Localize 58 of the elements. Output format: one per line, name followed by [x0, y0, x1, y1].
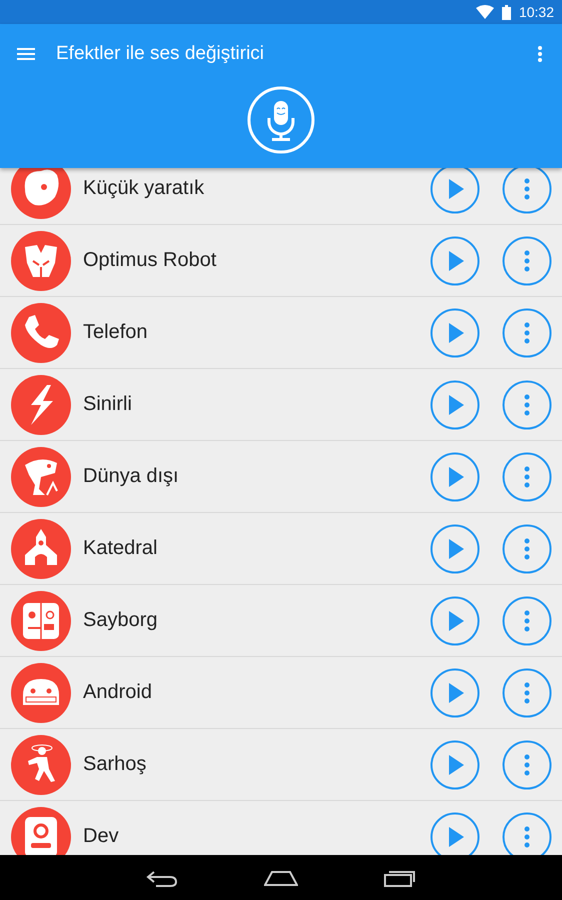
play-button[interactable] — [430, 452, 480, 502]
effect-name: Android — [83, 681, 153, 704]
robot-mask-icon — [11, 230, 71, 290]
effect-name: Dünya dışı — [83, 465, 180, 488]
more-options-button[interactable] — [502, 596, 552, 646]
alien-icon — [11, 446, 71, 506]
blob-icon — [11, 168, 71, 218]
effect-name: Optimus Robot — [83, 249, 218, 272]
effect-name: Telefon — [83, 321, 148, 344]
play-button[interactable] — [430, 668, 480, 718]
more-options-button[interactable] — [502, 452, 552, 502]
effect-name: Sarhoş — [83, 753, 148, 776]
more-options-button[interactable] — [502, 308, 552, 358]
menu-icon[interactable] — [17, 48, 35, 60]
effect-row[interactable]: Android — [0, 657, 562, 729]
more-options-button[interactable] — [502, 524, 552, 574]
recent-apps-icon[interactable] — [384, 868, 416, 886]
more-options-button[interactable] — [502, 740, 552, 790]
back-icon[interactable] — [146, 868, 178, 886]
effect-row[interactable]: Sarhoş — [0, 729, 562, 801]
effect-row[interactable]: Sinirli — [0, 369, 562, 441]
church-icon — [11, 518, 71, 578]
app-title: Efektler ile ses değiştirici — [56, 43, 266, 65]
play-button[interactable] — [430, 308, 480, 358]
effect-row[interactable]: Küçük yaratık — [0, 168, 562, 225]
microphone-button[interactable] — [247, 86, 315, 154]
effect-name: Katedral — [83, 537, 158, 560]
more-options-button[interactable] — [502, 168, 552, 214]
lightning-icon — [11, 374, 71, 434]
effect-name: Dev — [83, 825, 120, 848]
home-icon[interactable] — [264, 870, 298, 886]
play-button[interactable] — [430, 740, 480, 790]
battery-icon — [502, 4, 511, 20]
effect-name: Sayborg — [83, 609, 158, 632]
effect-row[interactable]: Sayborg — [0, 585, 562, 657]
status-time: 10:32 — [518, 4, 554, 20]
play-button[interactable] — [430, 596, 480, 646]
play-button[interactable] — [430, 812, 480, 855]
more-options-button[interactable] — [502, 812, 552, 855]
effect-name: Sinirli — [83, 393, 133, 416]
more-options-button[interactable] — [502, 236, 552, 286]
more-options-button[interactable] — [502, 668, 552, 718]
effect-row[interactable]: Dünya dışı — [0, 441, 562, 513]
play-button[interactable] — [430, 380, 480, 430]
play-button[interactable] — [430, 236, 480, 286]
robot-face-icon — [11, 662, 71, 722]
wifi-icon — [476, 5, 494, 19]
effect-row[interactable]: Optimus Robot — [0, 225, 562, 297]
phone-icon — [11, 302, 71, 362]
more-options-button[interactable] — [502, 380, 552, 430]
effect-row[interactable]: Telefon — [0, 297, 562, 369]
play-button[interactable] — [430, 168, 480, 214]
cyborg-face-icon — [11, 590, 71, 650]
more-icon[interactable] — [538, 46, 542, 62]
play-button[interactable] — [430, 524, 480, 574]
effect-row[interactable]: Katedral — [0, 513, 562, 585]
effect-name: Küçük yaratık — [83, 177, 206, 200]
dizzy-figure-icon — [11, 734, 71, 794]
